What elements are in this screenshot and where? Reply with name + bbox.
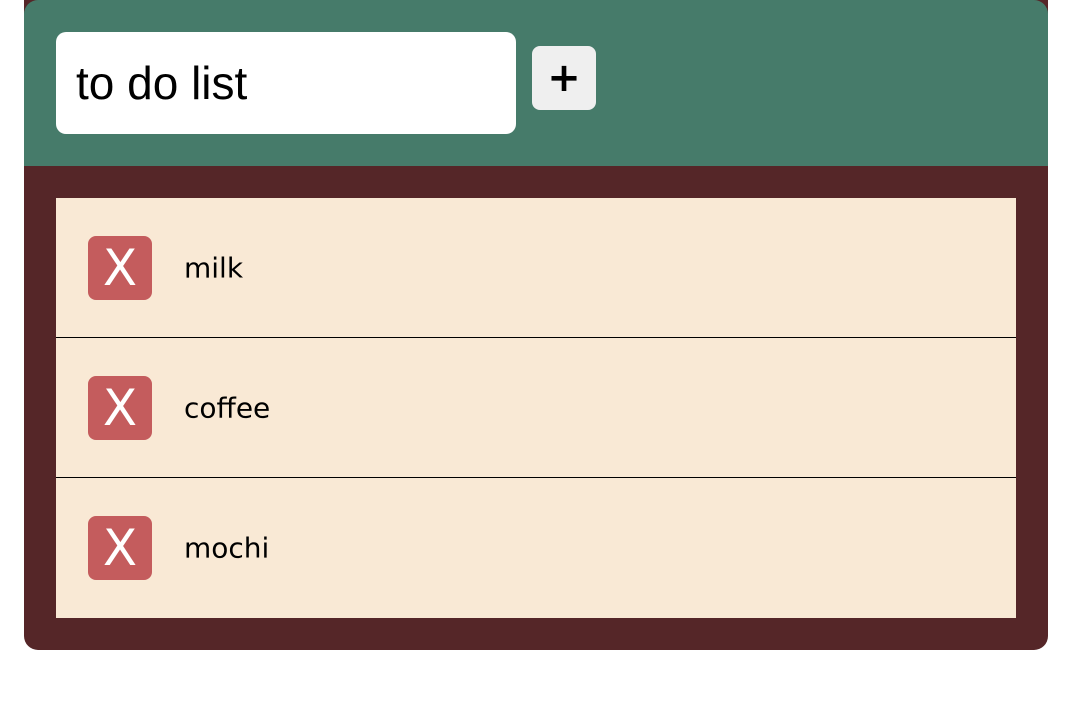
item-label: milk xyxy=(184,251,244,284)
todo-app: + X milk X coffee X mochi xyxy=(24,0,1048,650)
todo-input[interactable] xyxy=(56,32,516,134)
list-item: X coffee xyxy=(56,338,1016,478)
delete-button[interactable]: X xyxy=(88,376,152,440)
list-item: X mochi xyxy=(56,478,1016,618)
delete-button[interactable]: X xyxy=(88,236,152,300)
item-label: coffee xyxy=(184,391,271,424)
todo-header: + xyxy=(24,0,1048,166)
delete-button[interactable]: X xyxy=(88,516,152,580)
todo-list: X milk X coffee X mochi xyxy=(56,198,1016,618)
list-item: X milk xyxy=(56,198,1016,338)
add-item-button[interactable]: + xyxy=(532,46,596,110)
item-label: mochi xyxy=(184,531,270,565)
